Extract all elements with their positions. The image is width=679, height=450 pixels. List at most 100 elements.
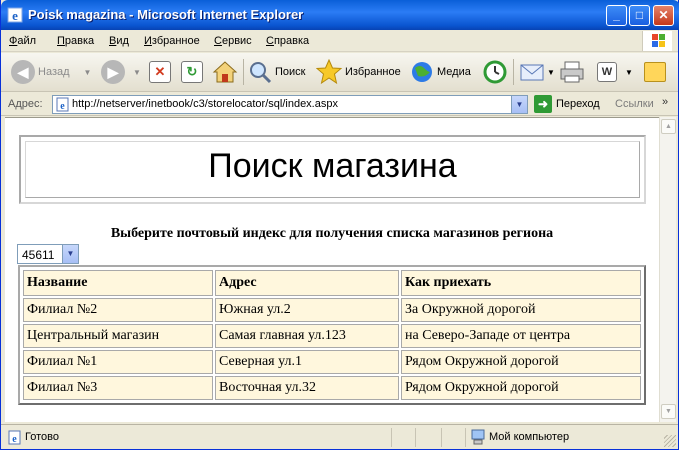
mail-button[interactable]: ▼: [519, 57, 555, 87]
close-button[interactable]: ✕: [653, 5, 674, 26]
title-bar[interactable]: e Poisk magazina - Microsoft Internet Ex…: [1, 0, 679, 30]
page-viewport: Поиск магазина Выберите почтовый индекс …: [5, 117, 659, 422]
forward-button[interactable]: ▶ ▼: [101, 57, 141, 87]
table-cell: Самая главная ул.123: [215, 324, 399, 348]
zip-code-value: 45611: [22, 248, 55, 262]
column-header-address: Адрес: [215, 270, 399, 296]
address-label: Адрес:: [8, 98, 43, 110]
column-header-directions: Как приехать: [401, 270, 641, 296]
table-cell: Филиал №2: [23, 298, 213, 322]
svg-text:e: e: [60, 101, 65, 112]
address-url: http://netserver/inetbook/c3/storelocato…: [72, 98, 338, 110]
mail-icon: [520, 64, 544, 81]
address-input[interactable]: e http://netserver/inetbook/c3/storeloca…: [52, 95, 528, 114]
table-cell: Филиал №1: [23, 350, 213, 374]
close-icon: ✕: [658, 8, 669, 22]
page-icon: e: [56, 97, 69, 112]
status-divider: [441, 428, 442, 447]
table-cell: За Окружной дорогой: [401, 298, 641, 322]
mail-dropdown-icon[interactable]: ▼: [547, 68, 555, 77]
address-bar: Адрес: e http://netserver/inetbook/c3/st…: [1, 93, 678, 116]
minimize-icon: _: [613, 8, 620, 22]
status-bar: e Готово Мой компьютер: [1, 424, 678, 449]
discuss-button[interactable]: [644, 57, 666, 87]
zip-code-select[interactable]: 45611 ▼: [17, 244, 79, 264]
back-button[interactable]: ◀ Назад ▼: [11, 57, 91, 87]
stores-table: Название Адрес Как приехать Филиал №2 Юж…: [18, 265, 646, 405]
history-button[interactable]: [482, 57, 508, 87]
forward-dropdown-icon[interactable]: ▼: [133, 68, 141, 77]
edit-dropdown-icon[interactable]: ▼: [625, 68, 633, 77]
scroll-down-icon[interactable]: ▼: [661, 404, 676, 419]
search-button[interactable]: Поиск: [248, 57, 305, 87]
history-icon: [483, 60, 507, 84]
page-title: Поиск магазина: [208, 147, 457, 185]
table-cell: Центральный магазин: [23, 324, 213, 348]
vertical-scrollbar[interactable]: ▲ ▼: [659, 117, 676, 422]
search-icon: [250, 62, 272, 84]
back-dropdown-icon[interactable]: ▼: [84, 68, 92, 77]
table-row: Филиал №3 Восточная ул.32 Рядом Окружной…: [23, 376, 641, 400]
resize-grip[interactable]: [664, 435, 676, 447]
svg-text:e: e: [12, 8, 18, 23]
table-cell: Южная ул.2: [215, 298, 399, 322]
stop-button[interactable]: ✕: [149, 57, 171, 87]
menu-view[interactable]: Вид: [109, 35, 129, 47]
forward-arrow-icon: ▶: [101, 60, 125, 84]
star-icon: [316, 59, 342, 85]
chevron-down-icon[interactable]: ▼: [62, 245, 78, 263]
printer-icon: [560, 61, 584, 83]
toolbar-separator: [243, 59, 244, 85]
home-button[interactable]: [212, 57, 238, 87]
print-button[interactable]: [559, 57, 585, 87]
media-globe-icon: [412, 62, 432, 82]
scroll-up-icon[interactable]: ▲: [661, 119, 676, 134]
windows-logo-icon: [642, 31, 672, 51]
note-icon: [644, 62, 666, 82]
maximize-icon: □: [635, 8, 644, 22]
refresh-icon: ↻: [181, 61, 203, 83]
address-dropdown-icon[interactable]: ▼: [511, 96, 527, 113]
status-text: Готово: [25, 431, 59, 443]
menu-bar: Файл Правка Вид Избранное Сервис Справка: [1, 30, 678, 52]
table-cell: Рядом Окружной дорогой: [401, 376, 641, 400]
standard-toolbar: ◀ Назад ▼ ▶ ▼ ✕ ↻ Поиск Избранное Медиа …: [1, 53, 678, 92]
links-button[interactable]: Ссылки: [615, 98, 654, 110]
menu-edit[interactable]: Правка: [57, 35, 94, 47]
word-edit-icon: W: [597, 62, 617, 82]
menu-help[interactable]: Справка: [266, 35, 309, 47]
favorites-button[interactable]: Избранное: [316, 57, 401, 87]
page-status-icon: e: [8, 430, 21, 445]
menu-file[interactable]: Файл: [9, 35, 36, 47]
home-icon: [212, 61, 238, 83]
maximize-button[interactable]: □: [629, 5, 650, 26]
window-title: Poisk magazina - Microsoft Internet Expl…: [28, 7, 304, 22]
table-cell: Филиал №3: [23, 376, 213, 400]
back-arrow-icon: ◀: [11, 60, 35, 84]
table-cell: Северная ул.1: [215, 350, 399, 374]
security-zone-label: Мой компьютер: [489, 431, 570, 443]
heading-frame: Поиск магазина: [19, 135, 646, 204]
table-cell: Рядом Окружной дорогой: [401, 350, 641, 374]
status-divider: [415, 428, 416, 447]
table-row: Филиал №2 Южная ул.2 За Окружной дорогой: [23, 298, 641, 322]
stop-icon: ✕: [149, 61, 171, 83]
toolbar-separator: [513, 59, 514, 85]
refresh-button[interactable]: ↻: [181, 57, 203, 87]
links-chevron-icon[interactable]: »: [662, 96, 668, 108]
media-button[interactable]: Медиа: [410, 57, 471, 87]
menu-tools[interactable]: Сервис: [214, 35, 252, 47]
minimize-button[interactable]: _: [606, 5, 627, 26]
go-arrow-icon[interactable]: ➜: [534, 95, 552, 113]
table-row: Центральный магазин Самая главная ул.123…: [23, 324, 641, 348]
menu-favorites[interactable]: Избранное: [144, 35, 200, 47]
ie-logo-icon: e: [7, 7, 23, 23]
edit-word-button[interactable]: W ▼: [597, 57, 633, 87]
table-header-row: Название Адрес Как приехать: [23, 270, 641, 296]
svg-text:e: e: [12, 434, 17, 445]
table-cell: Восточная ул.32: [215, 376, 399, 400]
table-row: Филиал №1 Северная ул.1 Рядом Окружной д…: [23, 350, 641, 374]
status-divider: [465, 428, 466, 447]
go-button[interactable]: Переход: [556, 98, 600, 110]
column-header-name: Название: [23, 270, 213, 296]
